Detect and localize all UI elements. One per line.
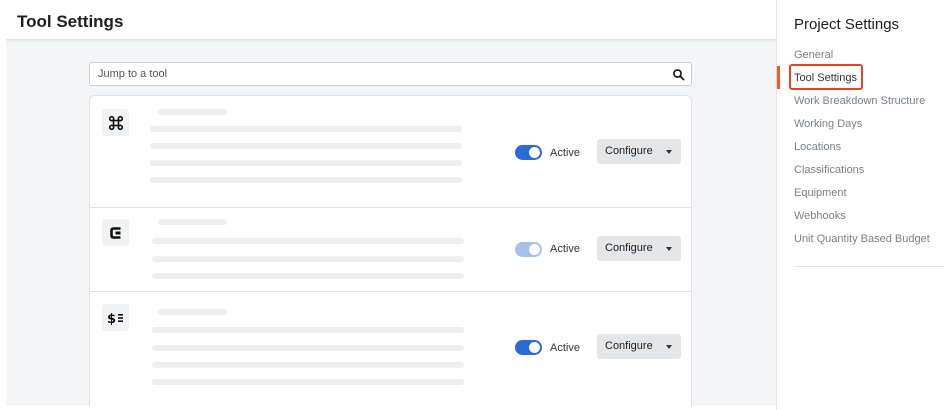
configure-label: Configure	[605, 340, 653, 352]
status-label: Active	[550, 342, 580, 354]
placeholder-line	[150, 177, 462, 183]
sidebar-divider	[794, 266, 944, 267]
sidebar-item-classifications[interactable]: Classifications	[794, 164, 864, 176]
sidebar-title: Project Settings	[794, 16, 900, 33]
sidebar-item-equipment[interactable]: Equipment	[794, 187, 847, 199]
search-icon[interactable]	[672, 68, 685, 81]
svg-text:$: $	[107, 312, 116, 326]
c-logo-icon	[102, 219, 129, 246]
placeholder-line	[152, 327, 464, 333]
caret-down-icon	[666, 345, 672, 349]
command-icon	[102, 109, 129, 136]
page-title: Tool Settings	[17, 12, 124, 31]
tool-card: $ Active Configure	[89, 292, 692, 406]
placeholder-line	[152, 379, 464, 385]
configure-label: Configure	[605, 242, 653, 254]
placeholder-line	[158, 309, 227, 315]
page-header: Tool Settings	[6, 6, 776, 39]
status-label: Active	[550, 243, 580, 255]
sidebar-item-locations[interactable]: Locations	[794, 141, 841, 153]
toggle-knob	[529, 147, 540, 158]
configure-button[interactable]: Configure	[597, 236, 681, 261]
placeholder-line	[152, 362, 464, 368]
placeholder-line	[158, 109, 227, 115]
project-settings-sidebar: Project Settings General Tool Settings W…	[776, 0, 945, 410]
sidebar-item-webhooks[interactable]: Webhooks	[794, 210, 846, 222]
search-input[interactable]: Jump to a tool	[89, 62, 692, 86]
sidebar-item-unit-quantity-based-budget[interactable]: Unit Quantity Based Budget	[794, 233, 930, 245]
sidebar-item-general[interactable]: General	[794, 49, 833, 61]
active-toggle[interactable]	[515, 340, 542, 355]
active-toggle[interactable]	[515, 145, 542, 160]
toggle-knob	[529, 244, 540, 255]
sidebar-item-tool-settings[interactable]: Tool Settings	[794, 72, 857, 84]
search-placeholder: Jump to a tool	[98, 68, 168, 80]
placeholder-line	[150, 126, 462, 132]
sidebar-item-work-breakdown-structure[interactable]: Work Breakdown Structure	[794, 95, 925, 107]
dollar-list-icon: $	[102, 304, 129, 331]
placeholder-line	[152, 238, 464, 244]
tool-card: Active Configure	[89, 95, 692, 208]
placeholder-line	[152, 273, 464, 279]
sidebar-item-working-days[interactable]: Working Days	[794, 118, 862, 130]
active-indicator	[777, 66, 780, 89]
placeholder-line	[152, 256, 464, 262]
placeholder-line	[158, 219, 227, 225]
configure-button[interactable]: Configure	[597, 139, 681, 164]
placeholder-line	[150, 160, 462, 166]
caret-down-icon	[666, 247, 672, 251]
status-label: Active	[550, 147, 580, 159]
placeholder-line	[152, 345, 464, 351]
main-content: Tool Settings Jump to a tool Active Conf…	[6, 6, 776, 406]
placeholder-line	[150, 143, 462, 149]
tool-card: Active Configure	[89, 208, 692, 292]
configure-label: Configure	[605, 145, 653, 157]
configure-button[interactable]: Configure	[597, 334, 681, 359]
active-toggle[interactable]	[515, 242, 542, 257]
caret-down-icon	[666, 150, 672, 154]
toggle-knob	[529, 342, 540, 353]
